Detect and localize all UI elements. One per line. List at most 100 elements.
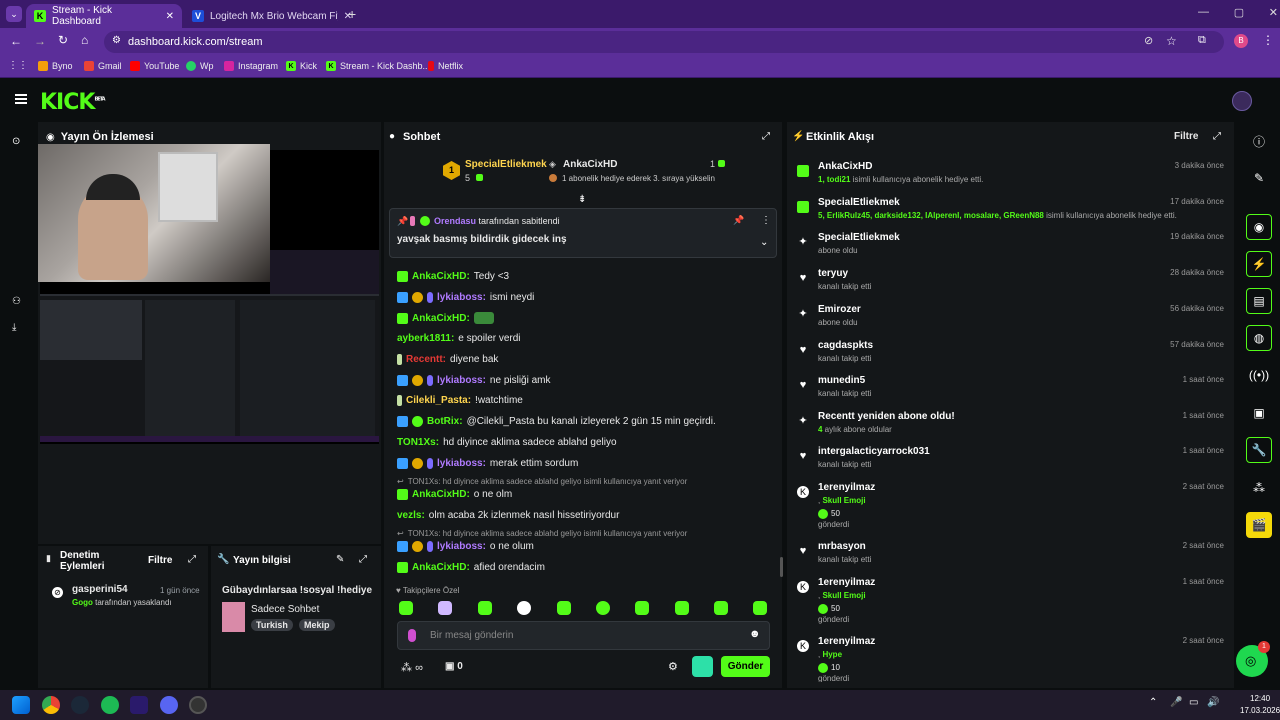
- kicks-event[interactable]: K 1erenyilmaz 2 saat önce , Skull Emoji 5…: [797, 482, 1227, 532]
- kicks-event[interactable]: K 1erenyilmaz 1 saat önce , Skull Emoji 5…: [797, 577, 1227, 627]
- close-window-icon[interactable]: ✕: [1269, 6, 1278, 19]
- expand-icon[interactable]: ⤢: [762, 131, 770, 142]
- chat-message[interactable]: lykiaboss: ne pisliği amk: [397, 375, 551, 386]
- bookmark-gmail[interactable]: Gmail: [84, 61, 122, 71]
- address-bar[interactable]: ⚙ dashboard.kick.com/stream ⊘ ☆: [104, 31, 1224, 53]
- emote-icon[interactable]: [399, 601, 413, 615]
- activity-filter-button[interactable]: Filtre: [1174, 131, 1198, 142]
- chat-message[interactable]: lykiaboss: merak ettim sordum: [397, 458, 578, 469]
- bookmark-byno[interactable]: Byno: [38, 61, 73, 71]
- stream-icon[interactable]: ⊙: [12, 136, 20, 147]
- emote-icon[interactable]: [635, 601, 649, 615]
- chevron-up-icon[interactable]: ⌃: [1149, 697, 1157, 708]
- send-button[interactable]: Gönder: [721, 656, 770, 677]
- emote-icon[interactable]: [596, 601, 610, 615]
- network-icon[interactable]: ▭: [1189, 697, 1198, 708]
- clapper-icon[interactable]: 🎬: [1246, 512, 1272, 538]
- more-icon[interactable]: ⋮: [761, 215, 771, 226]
- top-sub-user[interactable]: SpecialEtliekmek: [465, 159, 547, 170]
- expand-icon[interactable]: ⤢: [1213, 131, 1221, 142]
- chat-message[interactable]: ayberk1811: e spoiler verdi: [397, 333, 521, 344]
- dots-icon[interactable]: ⁂: [1246, 475, 1272, 501]
- activity-event[interactable]: ✦ Emirozer 56 dakika önce abone oldu: [797, 304, 1227, 338]
- chat-message[interactable]: lykiaboss: o ne olum: [397, 541, 534, 552]
- chat-message[interactable]: TON1Xs: hd diyince aklima sadece ablahd g…: [397, 437, 617, 448]
- microphone-icon[interactable]: 🎤: [1170, 697, 1182, 708]
- top-gifter-user[interactable]: AnkaCixHD: [563, 159, 617, 170]
- wrench-toggle-icon[interactable]: 🔧: [1246, 437, 1272, 463]
- reload-icon[interactable]: ↻: [58, 33, 68, 47]
- star-icon[interactable]: ☆: [1166, 34, 1177, 48]
- chevron-down-icon[interactable]: ⌄: [760, 237, 768, 248]
- new-tab-icon[interactable]: +: [348, 6, 356, 22]
- profile-avatar[interactable]: B: [1234, 34, 1248, 48]
- chat-message[interactable]: vezls: olm acaba 2k izlenmek nasıl hisset…: [397, 510, 619, 521]
- close-icon[interactable]: ✕: [166, 11, 174, 22]
- valorant-icon[interactable]: [130, 696, 148, 714]
- apps-icon[interactable]: ⋮⋮: [8, 60, 28, 71]
- expand-icon[interactable]: ⤢: [188, 554, 196, 565]
- chat-message[interactable]: Recentt: diyene bak: [397, 354, 498, 365]
- info-icon[interactable]: ⓘ: [1246, 128, 1272, 154]
- clock[interactable]: 12:40 17.03.2026: [1240, 693, 1280, 717]
- chat-message[interactable]: lykiaboss: ismi neydi: [397, 292, 534, 303]
- minimize-icon[interactable]: —: [1198, 6, 1209, 19]
- layout-icon[interactable]: ▣: [1246, 400, 1272, 426]
- emote-icon[interactable]: [517, 601, 531, 615]
- hamburger-icon[interactable]: [15, 94, 27, 104]
- emote-tab[interactable]: ♥ Takipçilere Özel: [396, 586, 459, 595]
- spotify-icon[interactable]: [101, 696, 119, 714]
- activity-event[interactable]: SpecialEtliekmek 17 dakika önce 5, ErlikRu…: [797, 197, 1227, 231]
- edit-icon[interactable]: ✎: [336, 554, 344, 565]
- emote-icon[interactable]: [714, 601, 728, 615]
- obs-icon[interactable]: [189, 696, 207, 714]
- expand-icon[interactable]: ⤢: [359, 554, 367, 565]
- tab-logitech[interactable]: V Logitech Mx Brio Webcam Fiyat… ✕: [184, 4, 360, 28]
- activity-event[interactable]: ♥ munedin5 1 saat önce kanalı takip etti: [797, 375, 1227, 409]
- chat-toggle-icon[interactable]: ◍: [1246, 325, 1272, 351]
- gift-points-display[interactable]: ▣ 0: [445, 661, 463, 672]
- bookmark-instagram[interactable]: Instagram: [224, 61, 278, 71]
- user-avatar[interactable]: [1232, 91, 1252, 111]
- forward-icon[interactable]: →: [34, 34, 46, 48]
- activity-event[interactable]: ✦ Recentt yeniden abone oldu! 1 saat önce 4…: [797, 411, 1227, 445]
- chat-input[interactable]: Bir mesaj gönderin ☻: [397, 621, 770, 650]
- stream-category[interactable]: Sadece Sohbet: [251, 604, 319, 615]
- steam-icon[interactable]: [71, 696, 89, 714]
- broadcast-icon[interactable]: ((•)): [1246, 362, 1272, 388]
- chat-message[interactable]: AnkaCixHD: afied orendacim: [397, 562, 545, 573]
- tab-list-icon[interactable]: ⌄: [6, 6, 22, 22]
- bookmark-netflix[interactable]: Netflix: [428, 61, 463, 71]
- home-icon[interactable]: ⌂: [81, 33, 88, 47]
- maximize-icon[interactable]: ▢: [1234, 6, 1244, 19]
- site-info-icon[interactable]: ⚙: [112, 35, 121, 46]
- settings-icon[interactable]: ⚙: [668, 660, 678, 673]
- stream-video[interactable]: [38, 144, 379, 444]
- notes-toggle-icon[interactable]: ▤: [1246, 288, 1272, 314]
- download-icon[interactable]: ⤓: [12, 322, 16, 333]
- emote-icon[interactable]: [753, 601, 767, 615]
- support-button[interactable]: ◎ 1: [1236, 641, 1270, 677]
- back-icon[interactable]: ←: [10, 34, 22, 48]
- chat-message[interactable]: Cilekli_Pasta: !watchtime: [397, 395, 523, 406]
- emoji-icon[interactable]: ☻: [749, 628, 761, 640]
- windows-start-icon[interactable]: [12, 696, 30, 714]
- chrome-icon[interactable]: [42, 696, 60, 714]
- edit-icon[interactable]: ✎: [1246, 165, 1272, 191]
- emote-icon[interactable]: [557, 601, 571, 615]
- extensions-icon[interactable]: ⧉: [1198, 34, 1206, 47]
- moderation-user[interactable]: gasperini54: [72, 584, 128, 595]
- unpin-icon[interactable]: 📌: [733, 215, 744, 226]
- tag-pill[interactable]: Turkish: [251, 619, 293, 631]
- bookmark-kick[interactable]: K Kick: [286, 61, 317, 71]
- activity-event[interactable]: ♥ cagdaspkts 57 dakika önce kanalı takip et…: [797, 340, 1227, 374]
- activity-event[interactable]: ♥ intergalacticyarrock031 1 saat önce kanal…: [797, 446, 1227, 480]
- tag-pill[interactable]: Mekip: [299, 619, 335, 631]
- menu-icon[interactable]: ⋮: [1262, 33, 1274, 47]
- bookmark-stream[interactable]: K Stream - Kick Dashb...: [326, 61, 430, 71]
- kicks-event[interactable]: K 1erenyilmaz 2 saat önce , Hype 10 gönde…: [797, 636, 1227, 682]
- scroll-down-icon[interactable]: ⇟: [578, 194, 586, 205]
- chat-scrollbar[interactable]: [780, 557, 783, 577]
- users-icon[interactable]: ⚇: [12, 296, 21, 307]
- activity-event[interactable]: AnkaCixHD 3 dakika önce 1, todi21 isimli k…: [797, 161, 1227, 195]
